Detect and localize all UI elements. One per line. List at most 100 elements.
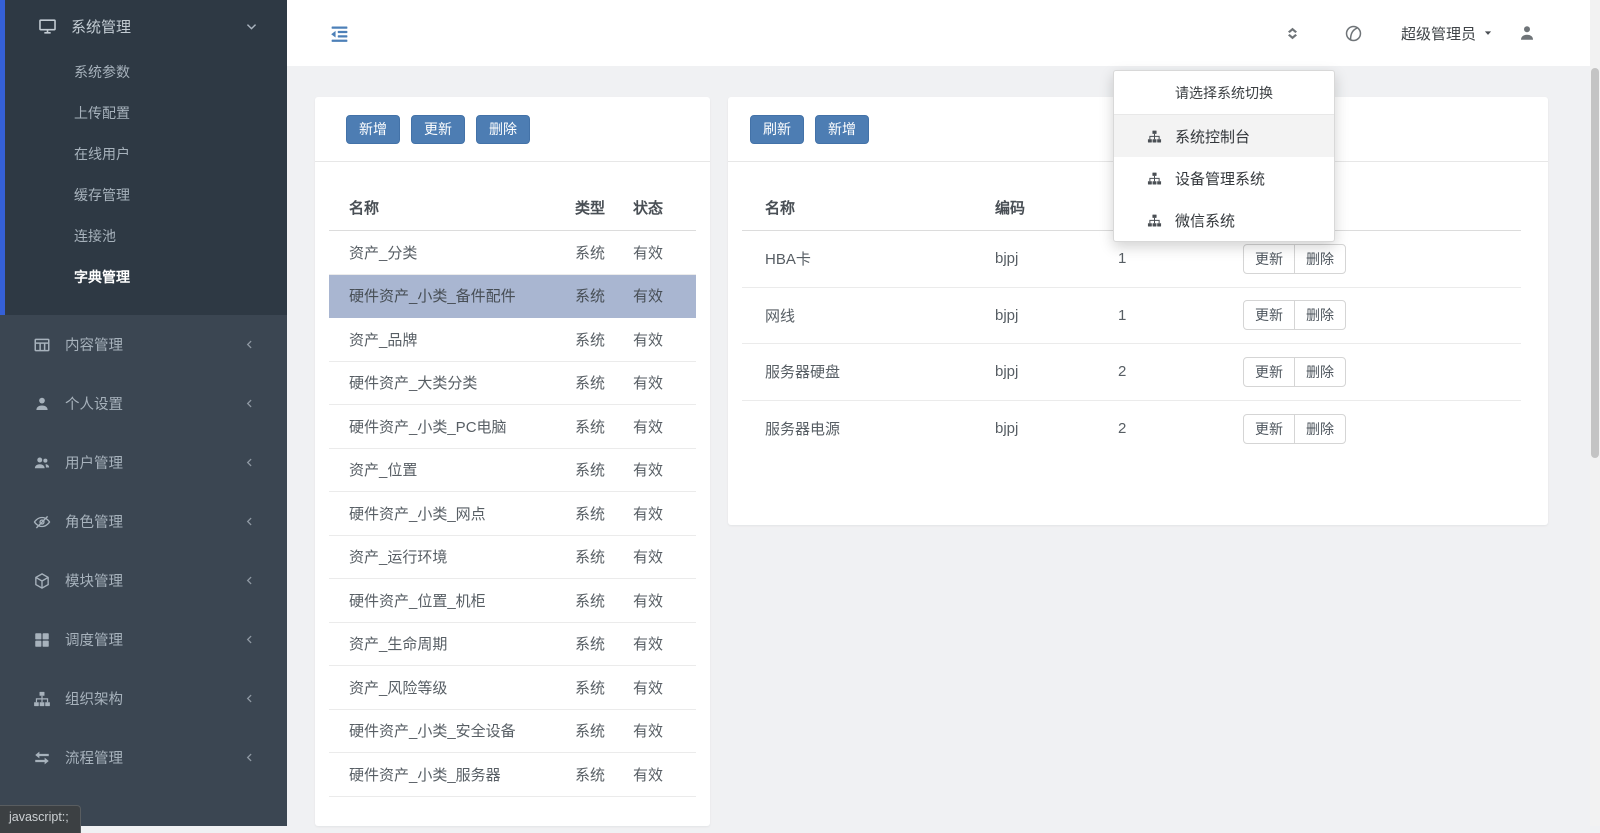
dict-table-row[interactable]: 资产_运行环境 系统 有效: [329, 536, 696, 580]
dict-table-header: 名称 类型 状态: [329, 162, 696, 231]
scrollbar-thumb[interactable]: [1591, 68, 1599, 458]
user-menu-trigger[interactable]: 超级管理员: [1401, 23, 1493, 44]
system-switch-menu-item[interactable]: 微信系统: [1114, 199, 1334, 241]
delete-button[interactable]: 删除: [476, 115, 530, 144]
cell-name: 资产_分类: [329, 242, 575, 263]
cell-name: 资产_风险等级: [329, 677, 575, 698]
sidebar-section-item[interactable]: 模块管理: [0, 551, 287, 610]
sidebar-submenu-item[interactable]: 系统参数: [5, 52, 287, 93]
sidebar-section-label: 调度管理: [65, 629, 123, 650]
cell-status: 有效: [633, 720, 696, 741]
add-button[interactable]: 新增: [815, 115, 869, 144]
row-delete-button[interactable]: 删除: [1294, 300, 1346, 330]
sidebar-submenu-item[interactable]: 字典管理: [5, 257, 287, 298]
cell-type: 系统: [575, 372, 633, 393]
sidebar-submenu-item[interactable]: 连接池: [5, 216, 287, 257]
row-update-button[interactable]: 更新: [1243, 300, 1295, 330]
dict-table-row[interactable]: 资产_风险等级 系统 有效: [329, 666, 696, 710]
row-actions: 更新 删除: [1243, 414, 1521, 444]
sidebar-section-item[interactable]: 流程管理: [0, 728, 287, 787]
sidebar-section-item[interactable]: 个人设置: [0, 374, 287, 433]
sidebar-section-label: 个人设置: [65, 393, 123, 414]
refresh-button[interactable]: 刷新: [750, 115, 804, 144]
dict-table-row[interactable]: 硬件资产_位置_机柜 系统 有效: [329, 579, 696, 623]
dict-table-row[interactable]: 硬件资产_小类_PC电脑 系统 有效: [329, 405, 696, 449]
chevron-down-icon: [245, 20, 258, 33]
sidebar-section-label: 组织架构: [65, 688, 123, 709]
item-table-body: HBA卡 bjpj 1 更新 删除 网线 bjpj 1 更新 删除 服务器硬盘 …: [742, 231, 1521, 457]
outdent-icon[interactable]: [329, 23, 350, 44]
cell-code: bjpj: [995, 420, 1118, 437]
sidebar-section-item[interactable]: 角色管理: [0, 492, 287, 551]
system-switch-menu-item[interactable]: 系统控制台: [1114, 115, 1334, 157]
dict-table-row[interactable]: 硬件资产_小类_安全设备 系统 有效: [329, 710, 696, 754]
sidebar-section-item[interactable]: 内容管理: [0, 315, 287, 374]
dict-table-row[interactable]: 资产_分类 系统 有效: [329, 231, 696, 275]
dict-table-row[interactable]: 资产_品牌 系统 有效: [329, 318, 696, 362]
sidebar-submenu-item[interactable]: 在线用户: [5, 134, 287, 175]
cell-code: bjpj: [995, 363, 1118, 380]
sidebar-submenu-item[interactable]: 上传配置: [5, 93, 287, 134]
submenu-item-label: 缓存管理: [74, 187, 130, 203]
cell-name: 硬件资产_小类_备件配件: [329, 285, 575, 306]
sitemap-icon: [1147, 129, 1162, 144]
globe-icon[interactable]: [1344, 24, 1363, 43]
dict-table-row[interactable]: 资产_生命周期 系统 有效: [329, 623, 696, 667]
topbar-right-cluster: 超级管理员: [1283, 23, 1536, 44]
sidebar-section-item[interactable]: 组织架构: [0, 669, 287, 728]
row-update-button[interactable]: 更新: [1243, 357, 1295, 387]
cell-name: 硬件资产_小类_服务器: [329, 764, 575, 785]
cell-status: 有效: [633, 764, 696, 785]
row-actions: 更新 删除: [1243, 357, 1521, 387]
component-icon[interactable]: [1283, 24, 1302, 43]
dict-table-row[interactable]: 硬件资产_小类_网点 系统 有效: [329, 492, 696, 536]
eye-slash-icon: [33, 513, 51, 531]
sidebar-section-item[interactable]: 调度管理: [0, 610, 287, 669]
cell-name: 资产_生命周期: [329, 633, 575, 654]
sidebar-section-item[interactable]: 用户管理: [0, 433, 287, 492]
chevron-left-icon: [244, 516, 255, 527]
scrollbar-track: [1590, 0, 1600, 826]
cell-status: 有效: [633, 416, 696, 437]
update-button[interactable]: 更新: [411, 115, 465, 144]
sidebar-section-label: 内容管理: [65, 334, 123, 355]
cell-type: 系统: [575, 242, 633, 263]
cell-type: 系统: [575, 285, 633, 306]
cell-status: 有效: [633, 242, 696, 263]
system-switch-menu: 请选择系统切换 系统控制台 设备管理系统 微信系统: [1113, 70, 1335, 242]
dict-table-row[interactable]: 资产_位置 系统 有效: [329, 449, 696, 493]
menu-item-label: 微信系统: [1175, 210, 1235, 231]
row-update-button[interactable]: 更新: [1243, 414, 1295, 444]
sidebar-submenu-item[interactable]: 缓存管理: [5, 175, 287, 216]
person-icon[interactable]: [1518, 24, 1536, 42]
row-delete-button[interactable]: 删除: [1294, 414, 1346, 444]
sidebar-item-system-management[interactable]: 系统管理: [5, 0, 287, 52]
cell-name: 资产_位置: [329, 459, 575, 480]
sitemap-icon: [1147, 213, 1162, 228]
column-header-name: 名称: [329, 197, 575, 218]
cell-type: 系统: [575, 633, 633, 654]
cell-status: 有效: [633, 503, 696, 524]
chevron-left-icon: [244, 752, 255, 763]
row-delete-button[interactable]: 删除: [1294, 244, 1346, 274]
row-update-button[interactable]: 更新: [1243, 244, 1295, 274]
system-switch-menu-items: 系统控制台 设备管理系统 微信系统: [1114, 115, 1334, 241]
dict-table-row[interactable]: 硬件资产_小类_备件配件 系统 有效: [329, 275, 696, 319]
system-switch-menu-item[interactable]: 设备管理系统: [1114, 157, 1334, 199]
cell-name: 服务器电源: [742, 418, 995, 439]
column-header-name: 名称: [742, 197, 995, 218]
dict-table-row[interactable]: 硬件资产_大类分类 系统 有效: [329, 362, 696, 406]
row-delete-button[interactable]: 删除: [1294, 357, 1346, 387]
cell-code: bjpj: [995, 307, 1118, 324]
add-button[interactable]: 新增: [346, 115, 400, 144]
column-header-code: 编码: [995, 197, 1118, 218]
cell-status: 有效: [633, 372, 696, 393]
chevron-left-icon: [244, 398, 255, 409]
cell-code: bjpj: [995, 250, 1118, 267]
cell-type: 系统: [575, 720, 633, 741]
dict-table-row[interactable]: 硬件资产_小类_服务器 系统 有效: [329, 753, 696, 797]
cell-type: 系统: [575, 459, 633, 480]
dict-table: 名称 类型 状态 资产_分类 系统 有效 硬件资产_小类_备件配件 系统 有效 …: [329, 162, 696, 797]
system-submenu: 系统参数 上传配置 在线用户 缓存管理 连接池 字典管理: [5, 52, 287, 298]
submenu-item-label: 连接池: [74, 228, 116, 244]
